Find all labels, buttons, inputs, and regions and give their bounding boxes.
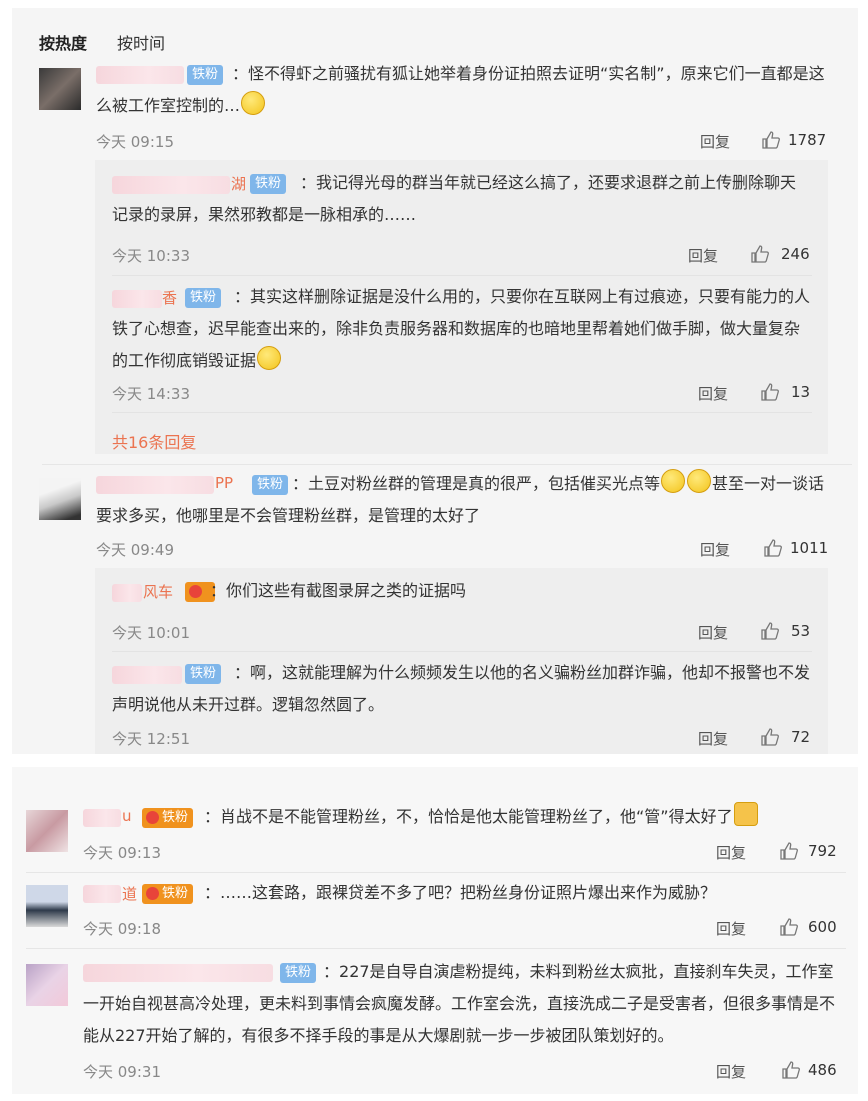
reply-button[interactable]: 回复 (700, 539, 730, 560)
reply-time: 今天 10:33 (112, 247, 190, 265)
avatar[interactable] (26, 964, 68, 1006)
reply-username-suffix[interactable]: 风车 (143, 581, 173, 602)
like-count: 1011 (790, 539, 829, 557)
separator: ： (204, 807, 221, 826)
smile-emoji-icon (687, 469, 712, 493)
reply-body: 啊，这就能理解为什么频频发生以他的名义骗粉丝加群诈骗，他却不报警也不发声明说他从… (112, 663, 811, 714)
divider (112, 412, 812, 413)
like-count: 600 (808, 918, 837, 936)
avatar[interactable] (39, 68, 81, 110)
separator: ： (300, 173, 317, 192)
comment-text: ：土豆对粉丝群的管理是真的很严，包括催买光点等 甚至一对一谈话要求多买，他哪里是不… (96, 468, 836, 532)
sort-by-hot-tab[interactable]: 按热度 (39, 30, 87, 54)
comment-text: ：肖战不是不能管理粉丝，不，恰恰是他太能管理粉丝了，他“管”得太好了 (204, 801, 759, 833)
like-count: 13 (791, 383, 811, 401)
separator: ： (323, 962, 340, 981)
divider (112, 651, 812, 652)
divider (42, 464, 852, 465)
comment-text: ：怪不得虾之前骚扰有狐让她举着身份证拍照去证明“实名制”，原来它们一直都是这么被… (96, 58, 836, 122)
reply-text: ：其实这样删除证据是没什么用的，只要你在互联网上有过痕迹，只要有能力的人铁了心想… (112, 281, 812, 377)
thumb-up-icon[interactable] (751, 245, 769, 263)
reply-button[interactable]: 回复 (700, 131, 730, 152)
username-blurred[interactable] (112, 584, 142, 602)
reply-button[interactable]: 回复 (688, 245, 718, 266)
thumb-up-icon[interactable] (780, 918, 798, 936)
separator: ： (204, 883, 221, 902)
thumb-up-icon[interactable] (780, 842, 798, 860)
fan-badge: 铁粉 (142, 884, 194, 904)
comment-time: 今天 09:15 (96, 133, 174, 151)
reply-list: 风车 ：你们这些有截图录屏之类的证据吗 今天 10:01 回复 53 铁粉 ：啊… (95, 568, 828, 754)
reply-button[interactable]: 回复 (698, 728, 728, 749)
thumb-up-icon[interactable] (762, 131, 780, 149)
reply-button[interactable]: 回复 (716, 918, 746, 939)
view-all-replies-link[interactable]: 共16条回复 (112, 429, 196, 453)
username-blurred[interactable] (83, 809, 121, 827)
separator: ： (234, 287, 251, 306)
like-count: 72 (791, 728, 811, 746)
divider (26, 872, 846, 873)
like-count: 792 (808, 842, 837, 860)
comment-panel-bottom: u 铁粉 ：肖战不是不能管理粉丝，不，恰恰是他太能管理粉丝了，他“管”得太好了 … (12, 767, 858, 1094)
reply-button[interactable]: 回复 (716, 1061, 746, 1082)
fan-badge: 铁粉 (142, 808, 194, 828)
thumb-up-icon[interactable] (764, 539, 782, 557)
like-count: 1787 (788, 131, 827, 149)
reply-text: ：我记得光母的群当年就已经这么搞了，还要求退群之前上传删除聊天记录的录屏，果然邪… (112, 167, 802, 231)
divider (26, 948, 846, 949)
comment-body: 怪不得虾之前骚扰有狐让她举着身份证拍照去证明“实名制”，原来它们一直都是这么被工… (96, 64, 825, 115)
sort-by-time-tab[interactable]: 按时间 (117, 30, 165, 54)
thumb-up-icon[interactable] (782, 1061, 800, 1079)
reply-body: 我记得光母的群当年就已经这么搞了，还要求退群之前上传删除聊天记录的录屏，果然邪教… (112, 173, 797, 224)
like-count: 246 (781, 245, 810, 263)
reply-time: 今天 10:01 (112, 624, 190, 642)
thumbs-up-emoji-icon (733, 802, 758, 826)
separator: ： (232, 64, 249, 83)
comment-body: 土豆对粉丝群的管理是真的很严，包括催买光点等 (308, 474, 661, 493)
separator: ： (210, 581, 227, 600)
reply-text: ：啊，这就能理解为什么频频发生以他的名义骗粉丝加群诈骗，他却不报警也不发声明说他… (112, 657, 812, 721)
comment-time: 今天 09:18 (83, 920, 161, 938)
reply-list: 湖 铁粉 ：我记得光母的群当年就已经这么搞了，还要求退群之前上传删除聊天记录的录… (95, 160, 828, 454)
comment-body: 227是自导自演虐粉提纯，未料到粉丝太疯批，直接刹车失灵，工作室一开始自视甚高冷… (83, 962, 836, 1045)
comment-time: 今天 09:49 (96, 541, 174, 559)
avatar[interactable] (26, 885, 68, 927)
comment-body: 肖战不是不能管理粉丝，不，恰恰是他太能管理粉丝了，他“管”得太好了 (220, 807, 733, 826)
thumb-up-icon[interactable] (761, 728, 779, 746)
divider (112, 275, 812, 276)
like-count: 486 (808, 1061, 837, 1079)
comment-text: ：227是自导自演虐粉提纯，未料到粉丝太疯批，直接刹车失灵，工作室一开始自视甚高… (83, 956, 845, 1052)
avatar[interactable] (26, 810, 68, 852)
comment-panel-top: 按热度 按时间 铁粉 ：怪不得虾之前骚扰有狐让她举着身份证拍照去证明“实名制”，… (12, 8, 858, 754)
smile-emoji-icon (661, 469, 686, 493)
reply-button[interactable]: 回复 (716, 842, 746, 863)
like-count: 53 (791, 622, 811, 640)
separator: ： (292, 474, 309, 493)
reply-body: 你们这些有截图录屏之类的证据吗 (226, 581, 467, 600)
reply-text: ：你们这些有截图录屏之类的证据吗 (210, 575, 466, 607)
username-blurred[interactable] (83, 885, 121, 903)
separator: ： (234, 663, 251, 682)
comment-time: 今天 09:31 (83, 1063, 161, 1081)
username-suffix[interactable]: u (122, 807, 132, 825)
comment-time: 今天 09:13 (83, 844, 161, 862)
comment-body: ……这套路，跟裸贷差不多了吧？把粉丝身份证照片爆出来作为威胁？ (220, 883, 717, 902)
reply-time: 今天 12:51 (112, 730, 190, 748)
username-suffix[interactable]: 道 (122, 883, 137, 904)
reply-button[interactable]: 回复 (698, 622, 728, 643)
awkward-emoji-icon (241, 91, 266, 115)
comment-text: ：……这套路，跟裸贷差不多了吧？把粉丝身份证照片爆出来作为威胁？ (204, 877, 716, 909)
awkward-emoji-icon (257, 346, 282, 370)
reply-body: 其实这样删除证据是没什么用的，只要你在互联网上有过痕迹，只要有能力的人铁了心想查… (112, 287, 811, 370)
reply-time: 今天 14:33 (112, 385, 190, 403)
avatar[interactable] (39, 478, 81, 520)
reply-button[interactable]: 回复 (698, 383, 728, 404)
thumb-up-icon[interactable] (761, 622, 779, 640)
thumb-up-icon[interactable] (761, 383, 779, 401)
